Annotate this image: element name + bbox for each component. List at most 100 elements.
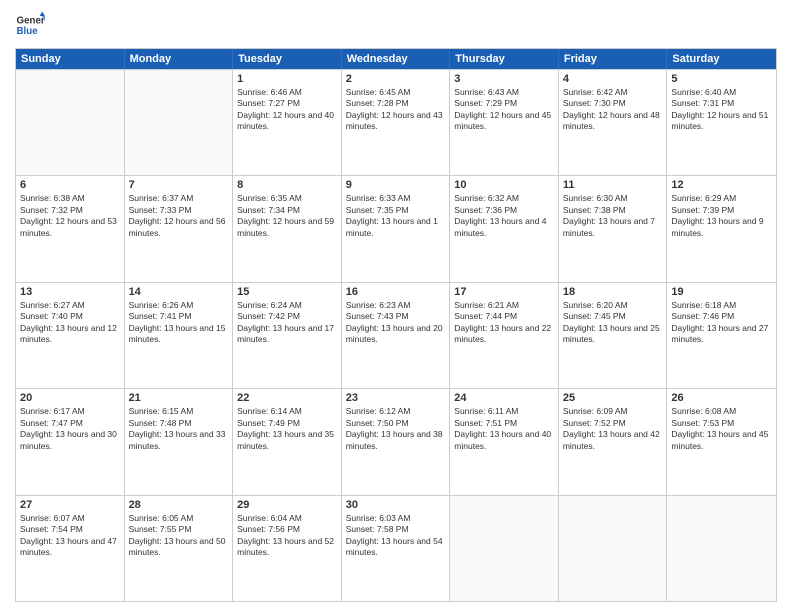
- logo-icon: General Blue: [15, 10, 45, 40]
- cell-info: Sunrise: 6:17 AM Sunset: 7:47 PM Dayligh…: [20, 406, 120, 452]
- calendar-row: 13 Sunrise: 6:27 AM Sunset: 7:40 PM Dayli…: [16, 282, 776, 388]
- calendar: SundayMondayTuesdayWednesdayThursdayFrid…: [15, 48, 777, 602]
- cell-info: Sunrise: 6:42 AM Sunset: 7:30 PM Dayligh…: [563, 87, 663, 133]
- cell-info: Sunrise: 6:11 AM Sunset: 7:51 PM Dayligh…: [454, 406, 554, 452]
- calendar-cell: 29 Sunrise: 6:04 AM Sunset: 7:56 PM Dayli…: [233, 496, 342, 601]
- calendar-header-cell: Thursday: [450, 49, 559, 69]
- calendar-cell: 26Sunrise: 6:08 AM Sunset: 7:53 PM Dayli…: [667, 389, 776, 494]
- cell-day-number: 5: [671, 73, 772, 85]
- calendar-cell: 3 Sunrise: 6:43 AM Sunset: 7:29 PM Daylig…: [450, 70, 559, 175]
- calendar-cell: 7Sunrise: 6:37 AM Sunset: 7:33 PM Daylig…: [125, 176, 234, 281]
- cell-info: Sunrise: 6:15 AM Sunset: 7:48 PM Dayligh…: [129, 406, 229, 452]
- calendar-cell: 18 Sunrise: 6:20 AM Sunset: 7:45 PM Dayli…: [559, 283, 668, 388]
- cell-day-number: 2: [346, 73, 446, 85]
- cell-day-number: 21: [129, 392, 229, 404]
- cell-day-number: 30: [346, 499, 446, 511]
- cell-day-number: 29: [237, 499, 337, 511]
- cell-day-number: 28: [129, 499, 229, 511]
- calendar-cell: 25 Sunrise: 6:09 AM Sunset: 7:52 PM Dayli…: [559, 389, 668, 494]
- page: General Blue SundayMondayTuesdayWednesda…: [0, 0, 792, 612]
- calendar-cell: 11 Sunrise: 6:30 AM Sunset: 7:38 PM Dayli…: [559, 176, 668, 281]
- cell-info: Sunrise: 6:20 AM Sunset: 7:45 PM Dayligh…: [563, 300, 663, 346]
- calendar-cell: [125, 70, 234, 175]
- cell-day-number: 24: [454, 392, 554, 404]
- cell-info: Sunrise: 6:18 AM Sunset: 7:46 PM Dayligh…: [671, 300, 772, 346]
- calendar-cell: 17 Sunrise: 6:21 AM Sunset: 7:44 PM Dayli…: [450, 283, 559, 388]
- cell-day-number: 11: [563, 179, 663, 191]
- calendar-header-cell: Monday: [125, 49, 234, 69]
- cell-info: Sunrise: 6:12 AM Sunset: 7:50 PM Dayligh…: [346, 406, 446, 452]
- calendar-cell: 30 Sunrise: 6:03 AM Sunset: 7:58 PM Dayli…: [342, 496, 451, 601]
- cell-day-number: 15: [237, 286, 337, 298]
- calendar-cell: 15 Sunrise: 6:24 AM Sunset: 7:42 PM Dayli…: [233, 283, 342, 388]
- cell-info: Sunrise: 6:30 AM Sunset: 7:38 PM Dayligh…: [563, 193, 663, 239]
- calendar-cell: 21 Sunrise: 6:15 AM Sunset: 7:48 PM Dayli…: [125, 389, 234, 494]
- cell-day-number: 25: [563, 392, 663, 404]
- cell-info: Sunrise: 6:32 AM Sunset: 7:36 PM Dayligh…: [454, 193, 554, 239]
- calendar-header: SundayMondayTuesdayWednesdayThursdayFrid…: [16, 49, 776, 69]
- cell-day-number: 13: [20, 286, 120, 298]
- cell-day-number: 18: [563, 286, 663, 298]
- cell-day-number: 26: [671, 392, 772, 404]
- cell-day-number: 14: [129, 286, 229, 298]
- cell-info: Sunrise: 6:46 AM Sunset: 7:27 PM Dayligh…: [237, 87, 337, 133]
- cell-day-number: 22: [237, 392, 337, 404]
- header: General Blue: [15, 10, 777, 40]
- calendar-cell: 13 Sunrise: 6:27 AM Sunset: 7:40 PM Dayli…: [16, 283, 125, 388]
- svg-text:General: General: [17, 16, 46, 27]
- calendar-cell: 6Sunrise: 6:38 AM Sunset: 7:32 PM Daylig…: [16, 176, 125, 281]
- calendar-cell: 12 Sunrise: 6:29 AM Sunset: 7:39 PM Dayli…: [667, 176, 776, 281]
- cell-day-number: 27: [20, 499, 120, 511]
- calendar-cell: 8Sunrise: 6:35 AM Sunset: 7:34 PM Daylig…: [233, 176, 342, 281]
- cell-day-number: 23: [346, 392, 446, 404]
- calendar-cell: 27 Sunrise: 6:07 AM Sunset: 7:54 PM Dayli…: [16, 496, 125, 601]
- cell-info: Sunrise: 6:29 AM Sunset: 7:39 PM Dayligh…: [671, 193, 772, 239]
- calendar-cell: 14 Sunrise: 6:26 AM Sunset: 7:41 PM Dayli…: [125, 283, 234, 388]
- calendar-cell: 24 Sunrise: 6:11 AM Sunset: 7:51 PM Dayli…: [450, 389, 559, 494]
- calendar-header-cell: Wednesday: [342, 49, 451, 69]
- calendar-row: 20 Sunrise: 6:17 AM Sunset: 7:47 PM Dayli…: [16, 388, 776, 494]
- cell-info: Sunrise: 6:23 AM Sunset: 7:43 PM Dayligh…: [346, 300, 446, 346]
- cell-info: Sunrise: 6:33 AM Sunset: 7:35 PM Dayligh…: [346, 193, 446, 239]
- cell-info: Sunrise: 6:03 AM Sunset: 7:58 PM Dayligh…: [346, 513, 446, 559]
- calendar-cell: [667, 496, 776, 601]
- cell-day-number: 4: [563, 73, 663, 85]
- calendar-header-cell: Tuesday: [233, 49, 342, 69]
- cell-day-number: 17: [454, 286, 554, 298]
- cell-info: Sunrise: 6:04 AM Sunset: 7:56 PM Dayligh…: [237, 513, 337, 559]
- cell-day-number: 19: [671, 286, 772, 298]
- cell-day-number: 20: [20, 392, 120, 404]
- cell-day-number: 12: [671, 179, 772, 191]
- calendar-cell: 2 Sunrise: 6:45 AM Sunset: 7:28 PM Daylig…: [342, 70, 451, 175]
- cell-day-number: 1: [237, 73, 337, 85]
- cell-info: Sunrise: 6:05 AM Sunset: 7:55 PM Dayligh…: [129, 513, 229, 559]
- calendar-row: 27 Sunrise: 6:07 AM Sunset: 7:54 PM Dayli…: [16, 495, 776, 601]
- calendar-body: 1 Sunrise: 6:46 AM Sunset: 7:27 PM Daylig…: [16, 69, 776, 601]
- calendar-cell: [450, 496, 559, 601]
- calendar-cell: 23 Sunrise: 6:12 AM Sunset: 7:50 PM Dayli…: [342, 389, 451, 494]
- calendar-cell: [559, 496, 668, 601]
- cell-info: Sunrise: 6:09 AM Sunset: 7:52 PM Dayligh…: [563, 406, 663, 452]
- cell-day-number: 3: [454, 73, 554, 85]
- calendar-cell: 1 Sunrise: 6:46 AM Sunset: 7:27 PM Daylig…: [233, 70, 342, 175]
- calendar-cell: 28 Sunrise: 6:05 AM Sunset: 7:55 PM Dayli…: [125, 496, 234, 601]
- cell-day-number: 7: [129, 179, 229, 191]
- cell-info: Sunrise: 6:24 AM Sunset: 7:42 PM Dayligh…: [237, 300, 337, 346]
- cell-info: Sunrise: 6:14 AM Sunset: 7:49 PM Dayligh…: [237, 406, 337, 452]
- cell-info: Sunrise: 6:07 AM Sunset: 7:54 PM Dayligh…: [20, 513, 120, 559]
- cell-info: Sunrise: 6:43 AM Sunset: 7:29 PM Dayligh…: [454, 87, 554, 133]
- calendar-row: 1 Sunrise: 6:46 AM Sunset: 7:27 PM Daylig…: [16, 69, 776, 175]
- calendar-row: 6Sunrise: 6:38 AM Sunset: 7:32 PM Daylig…: [16, 175, 776, 281]
- cell-info: Sunrise: 6:21 AM Sunset: 7:44 PM Dayligh…: [454, 300, 554, 346]
- calendar-cell: [16, 70, 125, 175]
- cell-info: Sunrise: 6:27 AM Sunset: 7:40 PM Dayligh…: [20, 300, 120, 346]
- cell-info: Sunrise: 6:26 AM Sunset: 7:41 PM Dayligh…: [129, 300, 229, 346]
- calendar-cell: 19 Sunrise: 6:18 AM Sunset: 7:46 PM Dayli…: [667, 283, 776, 388]
- cell-info: Sunrise: 6:40 AM Sunset: 7:31 PM Dayligh…: [671, 87, 772, 133]
- calendar-cell: 10Sunrise: 6:32 AM Sunset: 7:36 PM Dayli…: [450, 176, 559, 281]
- calendar-header-cell: Sunday: [16, 49, 125, 69]
- cell-day-number: 9: [346, 179, 446, 191]
- cell-info: Sunrise: 6:38 AM Sunset: 7:32 PM Dayligh…: [20, 193, 120, 239]
- calendar-cell: 16Sunrise: 6:23 AM Sunset: 7:43 PM Dayli…: [342, 283, 451, 388]
- cell-info: Sunrise: 6:45 AM Sunset: 7:28 PM Dayligh…: [346, 87, 446, 133]
